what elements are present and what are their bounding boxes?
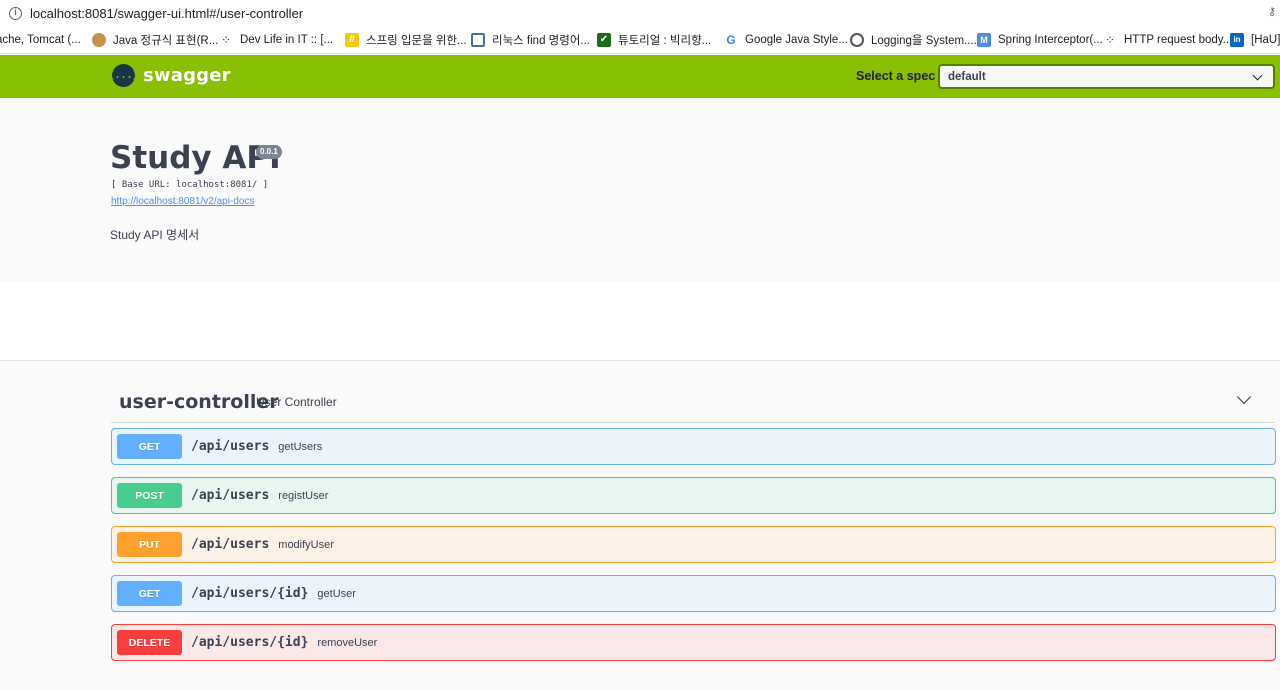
dots-icon: ⁘ bbox=[220, 33, 232, 47]
select-spec-label: Select a spec bbox=[856, 69, 936, 83]
key-icon[interactable]: ⚷ bbox=[1268, 5, 1278, 19]
chevron-down-icon[interactable] bbox=[1236, 389, 1252, 405]
operation-path: /api/users/{id} bbox=[191, 586, 309, 601]
swagger-logo-text: swagger bbox=[143, 65, 231, 86]
linkedin-icon: in bbox=[1230, 33, 1244, 47]
bookmark-item[interactable]: M Spring Interceptor(... bbox=[977, 32, 1103, 48]
url-text[interactable]: localhost:8081/swagger-ui.html#/user-con… bbox=[30, 6, 303, 21]
address-bar[interactable]: localhost:8081/swagger-ui.html#/user-con… bbox=[0, 0, 1280, 26]
m-icon: M bbox=[977, 33, 991, 47]
spec-select-value: default bbox=[948, 70, 986, 83]
tag-description: User Controller bbox=[256, 395, 337, 409]
chevron-down-icon bbox=[1252, 70, 1263, 81]
bookmark-item[interactable]: in [HaU] bbox=[1230, 32, 1280, 48]
operation-summary: modifyUser bbox=[278, 538, 334, 551]
api-info: Study API 0.0.1 [ Base URL: localhost:80… bbox=[0, 98, 1280, 282]
operation-get-users[interactable]: GET /api/users getUsers bbox=[111, 428, 1276, 465]
base-url: [ Base URL: localhost:8081/ ] bbox=[111, 180, 269, 190]
bookmark-item[interactable]: ache, Tomcat (... bbox=[0, 32, 81, 48]
api-title: Study API bbox=[110, 140, 281, 176]
method-badge: PUT bbox=[117, 532, 182, 557]
tag-header-user-controller[interactable]: user-controller User Controller bbox=[111, 378, 1275, 423]
method-badge: GET bbox=[117, 581, 182, 606]
bookmark-item[interactable]: Logging을 System.... bbox=[850, 32, 977, 48]
spec-select[interactable]: default bbox=[938, 64, 1275, 89]
monitor-icon bbox=[471, 33, 485, 47]
divider bbox=[0, 360, 1280, 361]
google-icon: G bbox=[726, 33, 736, 47]
dog-icon bbox=[92, 33, 106, 47]
operation-path: /api/users bbox=[191, 439, 270, 454]
bookmark-item[interactable]: ✔ 튜토리얼 : 빅리향... bbox=[597, 32, 711, 48]
method-badge: GET bbox=[117, 434, 182, 459]
operation-summary: removeUser bbox=[317, 636, 378, 649]
bookmark-item[interactable]: ⁘ HTTP request body... bbox=[1103, 32, 1232, 48]
info-icon[interactable] bbox=[9, 6, 22, 20]
bookmark-item[interactable]: # 스프링 입문을 위한... bbox=[345, 32, 467, 48]
swagger-logo-icon: {...} bbox=[108, 64, 139, 87]
globe-icon bbox=[850, 33, 864, 47]
version-badge: 0.0.1 bbox=[256, 145, 282, 159]
method-badge: DELETE bbox=[117, 630, 182, 655]
bookmark-item[interactable]: Java 정규식 표현(R... bbox=[92, 32, 218, 48]
operation-summary: registUser bbox=[278, 489, 329, 502]
bookmark-item[interactable]: G Google Java Style... bbox=[724, 32, 848, 48]
bookmark-item[interactable]: 리눅스 find 명령어... bbox=[471, 32, 590, 48]
operation-put-users[interactable]: PUT /api/users modifyUser bbox=[111, 526, 1276, 563]
swagger-topbar: {...} swagger Select a spec default bbox=[0, 55, 1280, 98]
swagger-logo[interactable]: {...} swagger bbox=[108, 64, 231, 87]
operation-get-user-by-id[interactable]: GET /api/users/{id} getUser bbox=[111, 575, 1276, 612]
operation-path: /api/users/{id} bbox=[191, 635, 309, 650]
bookmark-item[interactable]: ⁘ Dev Life in IT :: [... bbox=[219, 32, 333, 48]
operation-path: /api/users bbox=[191, 537, 270, 552]
operation-post-users[interactable]: POST /api/users registUser bbox=[111, 477, 1276, 514]
api-description: Study API 명세서 bbox=[110, 228, 200, 242]
tag-name: user-controller bbox=[119, 391, 279, 413]
check-icon: ✔ bbox=[597, 33, 611, 47]
bookmarks-bar: ache, Tomcat (... Java 정규식 표현(R... ⁘ Dev… bbox=[0, 26, 1280, 54]
operation-path: /api/users bbox=[191, 488, 270, 503]
spacer-band bbox=[0, 282, 1280, 360]
operation-summary: getUser bbox=[317, 587, 356, 600]
hash-icon: # bbox=[345, 33, 359, 47]
dots-icon: ⁘ bbox=[1104, 33, 1116, 47]
method-badge: POST bbox=[117, 483, 182, 508]
operation-delete-user-by-id[interactable]: DELETE /api/users/{id} removeUser bbox=[111, 624, 1276, 661]
api-docs-link[interactable]: http://localhost:8081/v2/api-docs bbox=[111, 196, 254, 207]
operation-summary: getUsers bbox=[278, 440, 323, 453]
